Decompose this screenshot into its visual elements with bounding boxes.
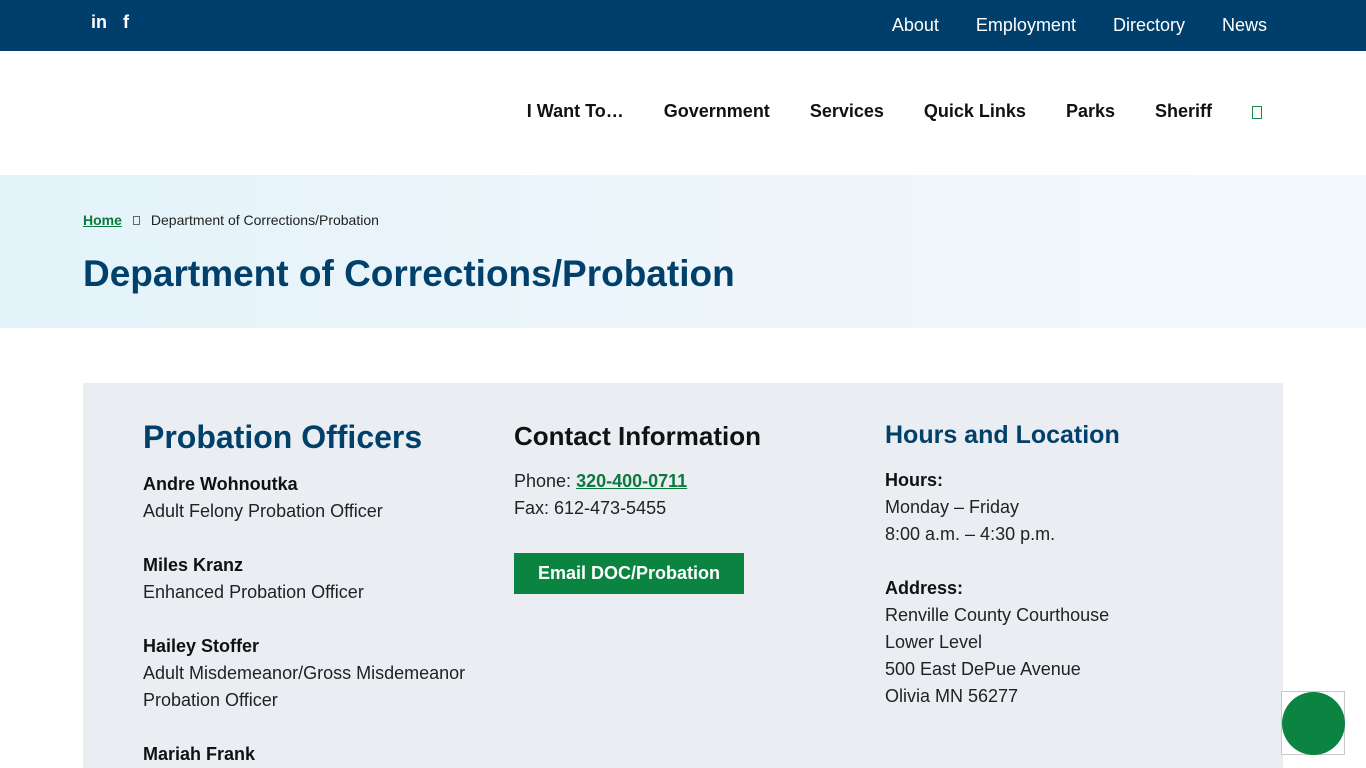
utility-link-employment[interactable]: Employment [976, 14, 1076, 36]
email-button[interactable]: Email DOC/Probation [514, 553, 744, 594]
contact-heading: Contact Information [514, 421, 761, 451]
address-line: 500 East DePue Avenue [885, 659, 1081, 679]
hours-heading: Hours and Location [885, 421, 1120, 449]
address-line: Lower Level [885, 632, 983, 652]
fax-line: Fax: 612-473-5455 [514, 498, 667, 518]
nav-item-i-want-to[interactable]: I Want To… [527, 100, 624, 122]
nav-item-government[interactable]: Government [664, 100, 770, 122]
officer-item: Andre Wohnoutka Adult Felony Probation O… [143, 471, 383, 525]
phone-line: Phone: 320-400-0711 [514, 468, 687, 495]
officers-heading: Probation Officers [143, 419, 423, 455]
nav-item-services[interactable]: Services [810, 100, 884, 122]
officer-name: Miles Kranz [143, 555, 244, 575]
search-icon[interactable] [1252, 105, 1262, 119]
officer-item: Miles Kranz Enhanced Probation Officer [143, 552, 364, 606]
page-title: Department of Corrections/Probation [83, 253, 735, 294]
address-label: Address: [885, 578, 964, 598]
officer-item: Mariah Frank [143, 741, 255, 768]
officer-role: Adult Felony Probation Officer [143, 501, 383, 521]
page-header: Home Department of Corrections/Probation… [0, 175, 1366, 328]
officer-name: Hailey Stoffer [143, 636, 260, 656]
top-bar: in f About Employment Directory News [0, 0, 1366, 51]
linkedin-icon[interactable]: in [91, 12, 107, 32]
nav-item-quick-links[interactable]: Quick Links [924, 100, 1026, 122]
breadcrumb-current: Department of Corrections/Probation [150, 212, 379, 228]
utility-link-about[interactable]: About [892, 14, 939, 36]
hours-label: Hours: [885, 470, 943, 490]
facebook-icon[interactable]: f [123, 12, 129, 32]
accessibility-widget-button[interactable] [1281, 691, 1345, 755]
breadcrumb: Home Department of Corrections/Probation [83, 212, 379, 228]
content-panel: Probation Officers Andre Wohnoutka Adult… [83, 383, 1283, 768]
nav-item-parks[interactable]: Parks [1066, 100, 1115, 122]
social-links: in f [91, 12, 129, 32]
hours-time: 8:00 a.m. – 4:30 p.m. [885, 524, 1056, 544]
address-line: Renville County Courthouse [885, 605, 1110, 625]
phone-label: Phone: [514, 471, 577, 491]
officer-role: Adult Misdemeanor/Gross Misdemeanor Prob… [143, 663, 466, 710]
hours-days: Monday – Friday [885, 497, 1020, 517]
breadcrumb-home-link[interactable]: Home [83, 212, 122, 228]
contact-details: Phone: 320-400-0711 Fax: 612-473-5455 [514, 468, 687, 522]
officer-name: Andre Wohnoutka [143, 474, 298, 494]
utility-nav: About Employment Directory News [892, 14, 1267, 36]
accessibility-icon [1282, 692, 1345, 755]
address-line: Olivia MN 56277 [885, 686, 1019, 706]
chevron-right-icon [132, 215, 140, 225]
nav-item-sheriff[interactable]: Sheriff [1155, 100, 1212, 122]
utility-link-news[interactable]: News [1222, 14, 1267, 36]
officer-role: Enhanced Probation Officer [143, 582, 364, 602]
officer-item: Hailey Stoffer Adult Misdemeanor/Gross M… [143, 633, 483, 714]
phone-link[interactable]: 320-400-0711 [576, 471, 687, 491]
hours-block: Hours: Monday – Friday 8:00 a.m. – 4:30 … [885, 467, 1055, 548]
utility-link-directory[interactable]: Directory [1113, 14, 1185, 36]
main-nav: I Want To… Government Services Quick Lin… [527, 100, 1262, 122]
officer-name: Mariah Frank [143, 744, 256, 764]
address-block: Address: Renville County Courthouse Lowe… [885, 575, 1109, 710]
